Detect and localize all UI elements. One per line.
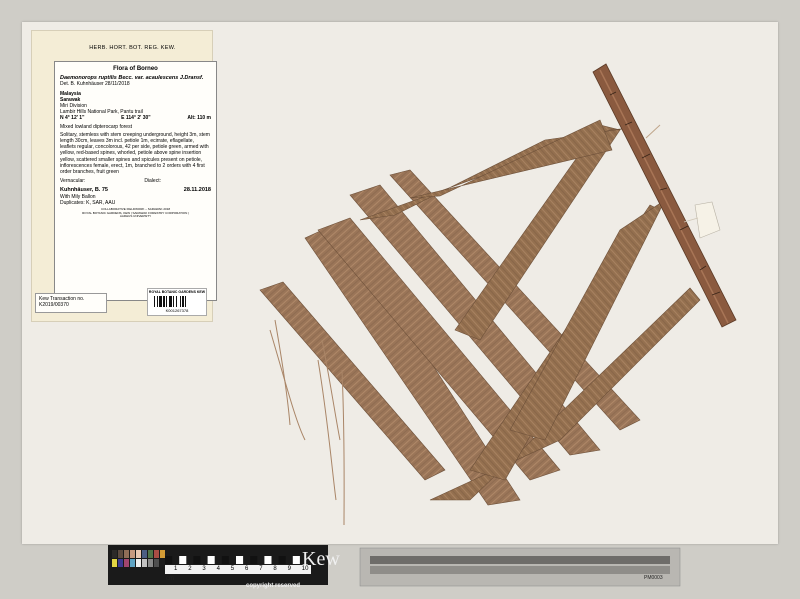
color-swatch <box>118 559 123 567</box>
grey-scale-ruler <box>359 547 681 587</box>
color-swatch <box>124 559 129 567</box>
scale-number: 4 <box>216 566 220 572</box>
duplicates: Duplicates: K, SAR, AAU <box>60 199 116 206</box>
barcode-title: ROYAL BOTANIC GARDENS KEW <box>148 290 206 294</box>
color-swatch <box>154 559 159 567</box>
flora-title: Flora of Borneo <box>113 66 158 72</box>
color-swatch <box>142 559 147 567</box>
barcode-bar <box>154 296 155 307</box>
transaction-number: K2019/00370 <box>39 302 69 308</box>
barcode-bar <box>176 296 177 307</box>
color-chart <box>108 545 328 585</box>
latitude: N 4° 12' 1" <box>60 115 85 122</box>
altitude: Alt: 110 m <box>187 115 211 122</box>
color-swatch <box>136 559 141 567</box>
color-swatch <box>136 550 141 558</box>
barcode-bar <box>157 296 158 307</box>
scale-numbers: 1 2 3 4 5 6 7 8 9 10 <box>165 566 311 574</box>
barcode-bar <box>166 296 167 307</box>
scale-number: 9 <box>287 566 291 572</box>
herbarium-header: HERB. HORT. BOT. REG. KEW. <box>89 45 176 51</box>
color-swatch <box>148 559 153 567</box>
scale-block <box>207 556 215 564</box>
color-swatch <box>154 550 159 558</box>
collection-date: 28.11.2018 <box>183 187 211 194</box>
color-swatch <box>148 550 153 558</box>
scale-block <box>264 556 272 564</box>
scale-number: 1 <box>174 566 178 572</box>
scale-number: 7 <box>259 566 263 572</box>
scale-number: 3 <box>202 566 206 572</box>
scale-number: 6 <box>245 566 249 572</box>
collector-number: 75 <box>101 187 108 194</box>
transaction-label: Kew Transaction no. K2019/00370 <box>35 293 107 313</box>
determination: Det. B. Kuhnhäuser 28/11/2018 <box>60 81 130 88</box>
copyright: copyright reserved <box>246 583 301 589</box>
barcode-bar <box>185 296 186 307</box>
scale-number: 5 <box>230 566 235 572</box>
color-swatch <box>118 550 123 558</box>
scale-number: 10 <box>301 566 309 572</box>
ruler-id: PM0003 <box>644 575 663 581</box>
scale-block <box>236 556 244 564</box>
barcode-bar <box>163 296 165 307</box>
barcode-icon <box>154 296 186 307</box>
specimen-label: Flora of Borneo Daemonorops ruptilis Bec… <box>54 61 217 301</box>
barcode-bar <box>173 296 174 307</box>
barcode-bar <box>159 296 162 307</box>
scale-number: 2 <box>188 566 192 572</box>
scale-block <box>221 556 229 564</box>
barcode-bar <box>169 296 172 307</box>
habitat: Mixed lowland dipterocarp forest <box>60 123 132 130</box>
color-swatch <box>130 559 135 567</box>
color-swatch <box>112 550 117 558</box>
scale-block <box>292 556 300 564</box>
scale-block <box>278 556 286 564</box>
color-swatch <box>112 559 117 567</box>
barcode-label: ROYAL BOTANIC GARDENS KEW K001267378 <box>147 288 207 316</box>
dialect-label: Dialect: <box>144 178 161 185</box>
color-swatch <box>142 550 147 558</box>
scale-unit: cm <box>166 576 174 582</box>
footer-line-3: AARHUS UNIVERSITY <box>119 214 152 219</box>
color-swatch <box>160 550 165 558</box>
vernacular-label: Vernacular: <box>60 178 86 185</box>
longitude: E 114° 2' 30" <box>121 115 151 122</box>
description: Solitary, stemless with stem creeping un… <box>60 131 210 176</box>
color-swatch <box>130 550 135 558</box>
scale-block <box>193 556 201 564</box>
barcode-bar <box>182 296 184 307</box>
scale-block <box>250 556 258 564</box>
barcode-number: K001267378 <box>165 308 189 313</box>
collector: Kuhnhäuser, B. <box>60 187 101 194</box>
scale-block <box>165 556 173 564</box>
scale-block <box>179 556 187 564</box>
color-swatch <box>124 550 129 558</box>
barcode-bar <box>180 296 181 307</box>
scale-number: 8 <box>273 566 277 572</box>
